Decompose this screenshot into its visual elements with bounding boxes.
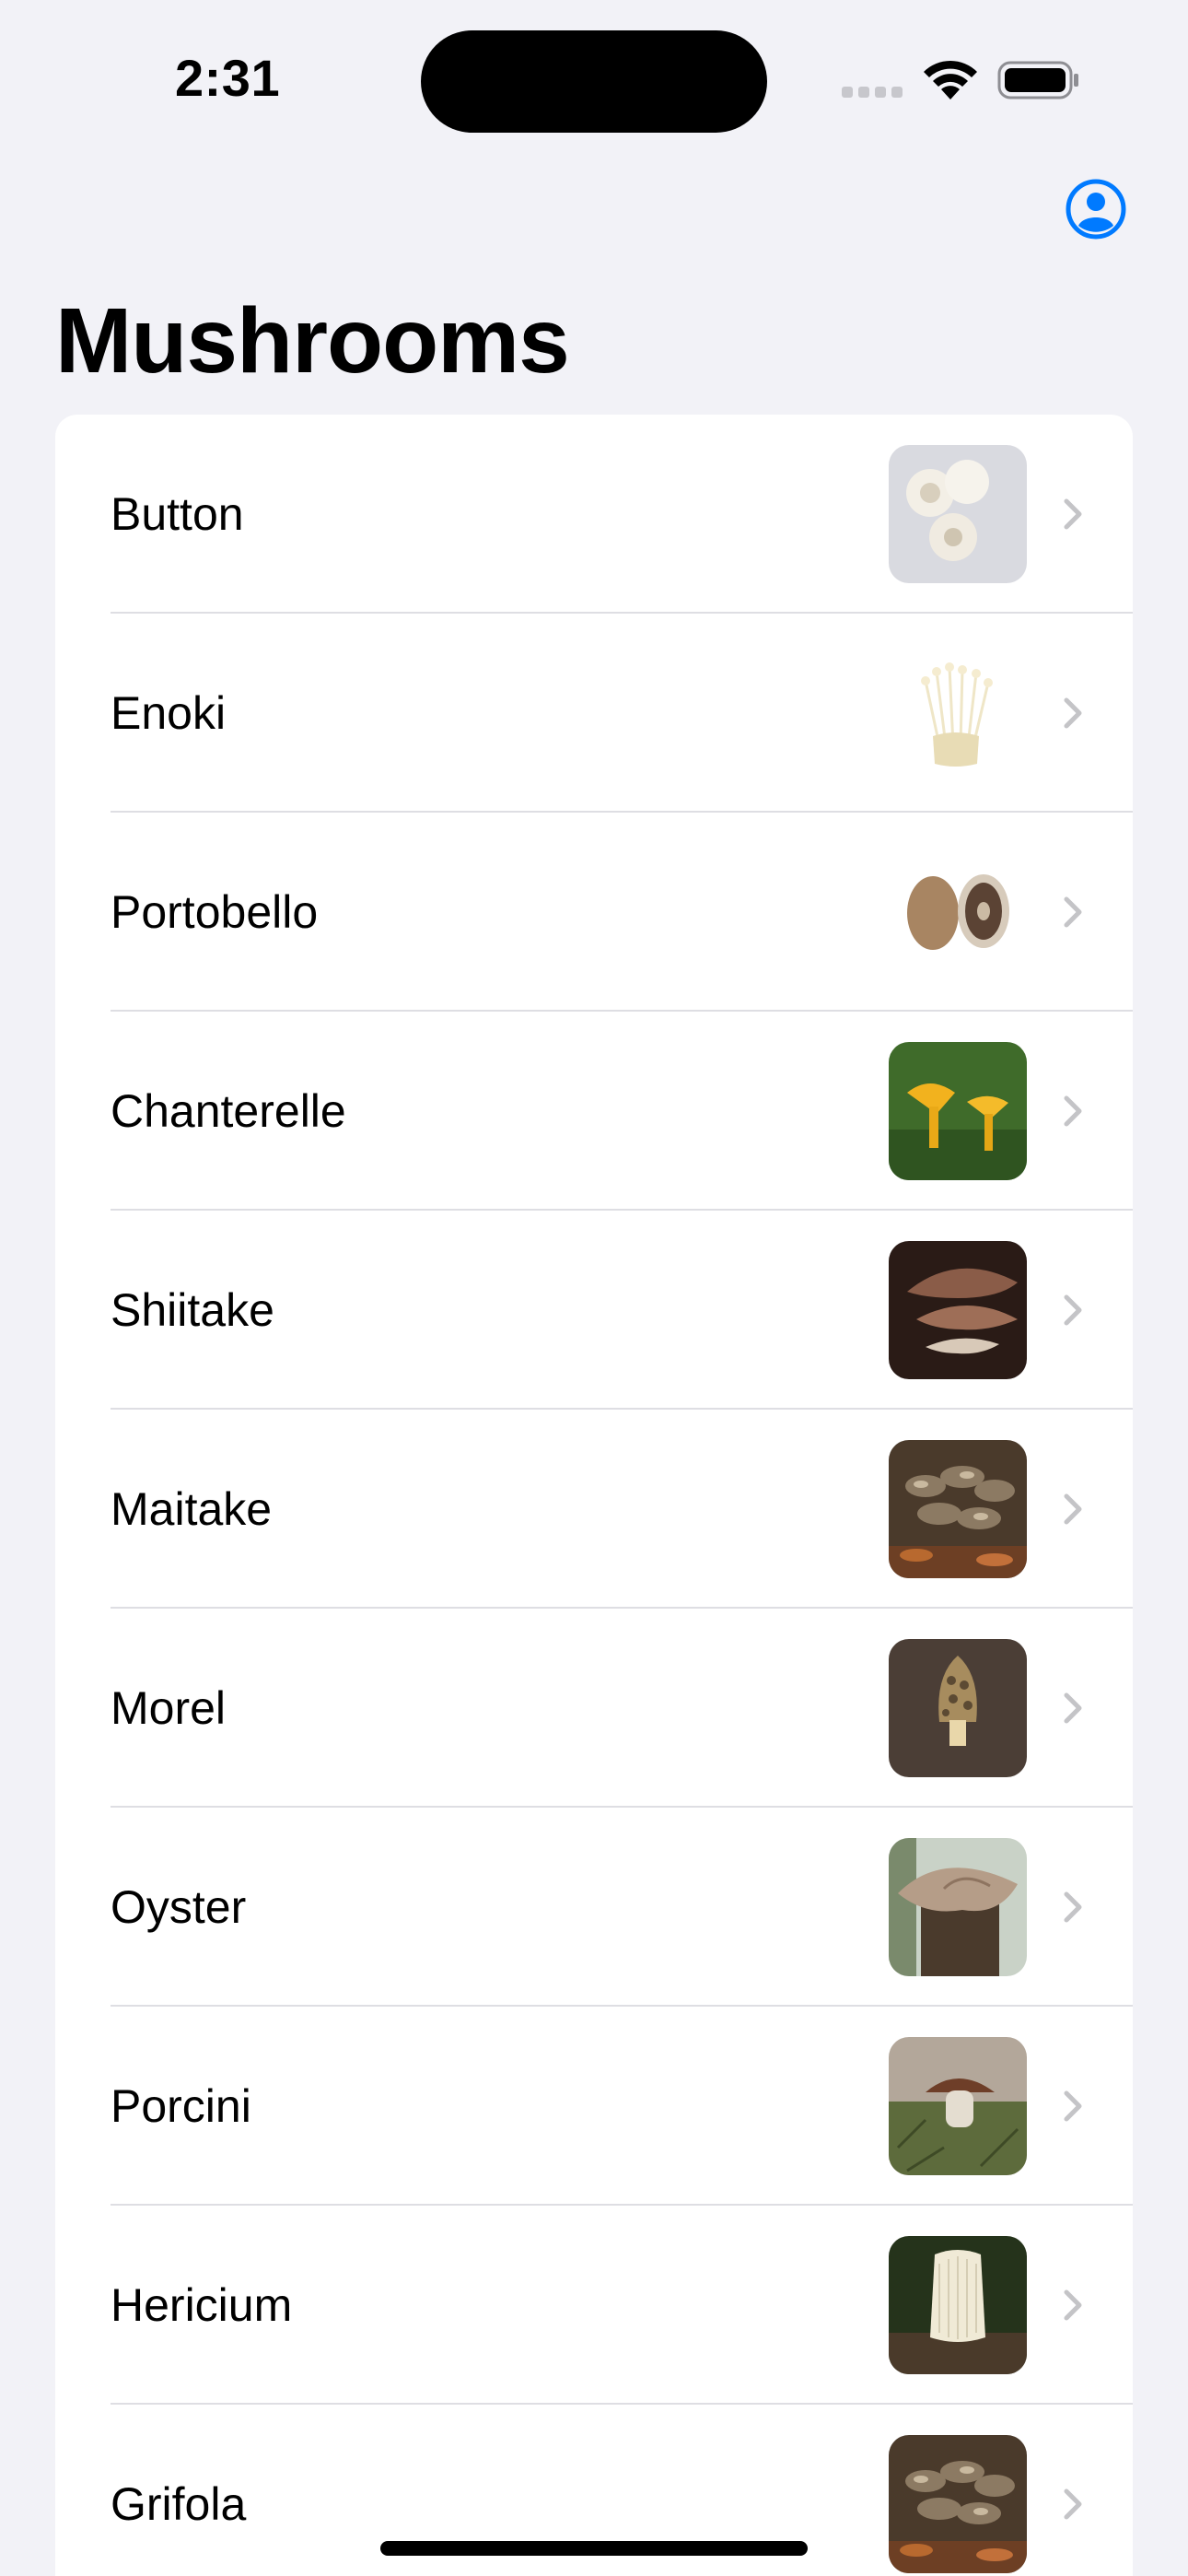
- maitake-mushroom-photo: [889, 1440, 1027, 1578]
- list-item-label: Button: [111, 488, 244, 540]
- list-item-porcini[interactable]: Porcini: [55, 2007, 1133, 2206]
- wifi-icon: [924, 60, 977, 100]
- chevron-right-icon: [1064, 1891, 1082, 1923]
- list-item-label: Grifola: [111, 2478, 247, 2530]
- list-item-label: Shiitake: [111, 1284, 274, 1336]
- page-title: Mushrooms: [55, 289, 570, 392]
- battery-icon: [997, 61, 1078, 100]
- status-time: 2:31: [175, 49, 281, 107]
- porcini-mushroom-photo: [889, 2037, 1027, 2175]
- cellular-signal-icon: [842, 87, 904, 98]
- list-item-label: Portobello: [111, 886, 319, 938]
- list-item-label: Enoki: [111, 687, 227, 739]
- list-item-morel[interactable]: Morel: [55, 1609, 1133, 1808]
- mushrooms-screen: 2:31 Mushrooms Button Enoki Portobello C…: [0, 0, 1188, 2576]
- list-item-label: Hericium: [111, 2279, 293, 2331]
- list-item-maitake[interactable]: Maitake: [55, 1410, 1133, 1609]
- dynamic-island: [421, 30, 767, 133]
- list-item-chanterelle[interactable]: Chanterelle: [55, 1012, 1133, 1211]
- chevron-right-icon: [1064, 1294, 1082, 1326]
- chevron-right-icon: [1064, 896, 1082, 928]
- profile-button[interactable]: [1065, 178, 1127, 240]
- mushroom-list: Button Enoki Portobello Chanterelle Shii…: [55, 415, 1133, 2576]
- list-item-label: Oyster: [111, 1881, 247, 1933]
- list-item-portobello[interactable]: Portobello: [55, 813, 1133, 1012]
- home-indicator[interactable]: [380, 2541, 808, 2556]
- list-item-shiitake[interactable]: Shiitake: [55, 1211, 1133, 1410]
- shiitake-mushroom-photo: [889, 1241, 1027, 1379]
- chevron-right-icon: [1064, 2488, 1082, 2520]
- portobello-mushroom-photo: [889, 843, 1027, 981]
- list-item-button[interactable]: Button: [55, 415, 1133, 614]
- morel-mushroom-photo: [889, 1639, 1027, 1777]
- list-item-label: Maitake: [111, 1483, 273, 1535]
- chevron-right-icon: [1064, 2090, 1082, 2122]
- chevron-right-icon: [1064, 1692, 1082, 1724]
- list-item-label: Morel: [111, 1682, 227, 1734]
- grifola-mushroom-photo: [889, 2435, 1027, 2573]
- chevron-right-icon: [1064, 1095, 1082, 1127]
- list-item-label: Porcini: [111, 2080, 251, 2132]
- list-item-label: Chanterelle: [111, 1085, 346, 1137]
- list-item-enoki[interactable]: Enoki: [55, 614, 1133, 813]
- chevron-right-icon: [1064, 2289, 1082, 2321]
- chevron-right-icon: [1064, 498, 1082, 530]
- enoki-mushroom-photo: [889, 644, 1027, 782]
- oyster-mushroom-photo: [889, 1838, 1027, 1976]
- button-mushroom-photo: [889, 445, 1027, 583]
- chevron-right-icon: [1064, 1493, 1082, 1525]
- list-item-hericium[interactable]: Hericium: [55, 2206, 1133, 2405]
- chanterelle-mushroom-photo: [889, 1042, 1027, 1180]
- chevron-right-icon: [1064, 697, 1082, 729]
- list-item-oyster[interactable]: Oyster: [55, 1808, 1133, 2007]
- hericium-mushroom-photo: [889, 2236, 1027, 2374]
